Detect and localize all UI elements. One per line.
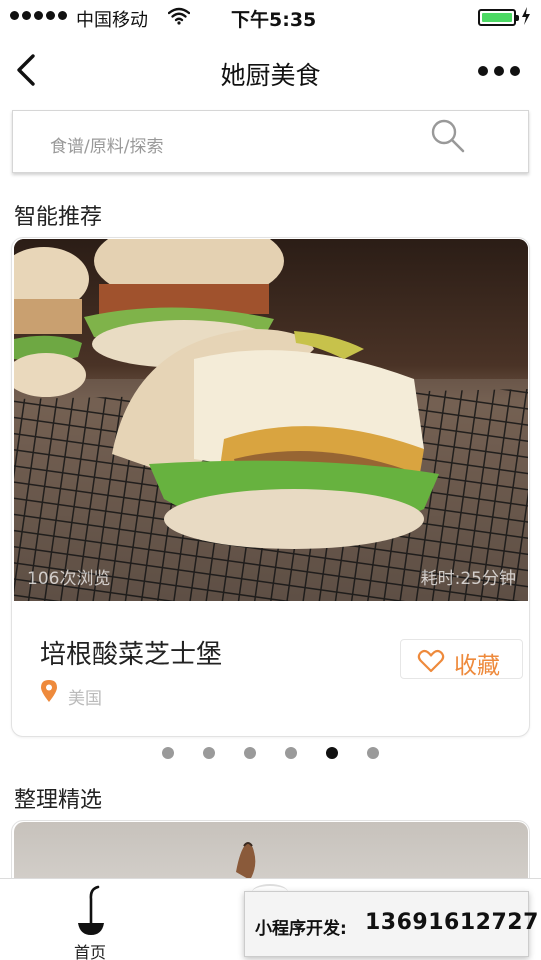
recipe-card[interactable]: 106次浏览 耗时:25分钟 培根酸菜芝士堡 收藏 美国 [11,237,530,737]
ladle-icon [78,885,104,935]
nav-bar: 她厨美食 [0,34,541,106]
carousel-pagination [162,747,379,759]
carrier-name: 中国移动 [76,10,148,31]
heart-icon [417,649,445,673]
curated-image [236,842,256,880]
wifi-icon [168,7,190,25]
pagination-dot[interactable] [162,747,174,759]
status-bar: 中国移动 下午5:35 [0,0,541,34]
location-pin-icon [41,680,57,702]
charging-bolt-icon [522,7,530,25]
tab-home[interactable]: 首页 [62,883,118,960]
search-icon[interactable] [430,118,466,154]
promo-phone: 13691612727 [365,910,539,935]
cook-time: 耗时:25分钟 [420,569,516,589]
pagination-dot[interactable] [244,747,256,759]
section-title-recommend: 智能推荐 [14,205,103,230]
burger-image [14,239,528,601]
recipe-name: 培根酸菜芝士堡 [40,640,223,670]
favorite-button[interactable]: 收藏 [400,639,523,679]
pagination-dot[interactable] [367,747,379,759]
recipe-photo[interactable]: 106次浏览 耗时:25分钟 [14,239,528,601]
page-title: 她厨美食 [220,61,321,90]
signal-dots-icon [10,11,67,20]
pagination-dot[interactable] [285,747,297,759]
pagination-dot-active[interactable] [326,747,338,759]
promo-label: 小程序开发: [255,919,347,939]
section-title-curated: 整理精选 [14,788,103,813]
recipe-origin: 美国 [68,689,102,709]
tab-home-label: 首页 [73,943,106,960]
pagination-dot[interactable] [203,747,215,759]
view-count: 106次浏览 [27,569,111,589]
favorite-label: 收藏 [454,653,500,679]
status-time: 下午5:35 [231,9,317,31]
search-placeholder: 食谱/原料/探索 [50,137,164,157]
more-dots-icon[interactable] [478,62,522,80]
promo-banner: 小程序开发: 13691612727 [244,891,538,957]
battery-icon [478,9,519,26]
